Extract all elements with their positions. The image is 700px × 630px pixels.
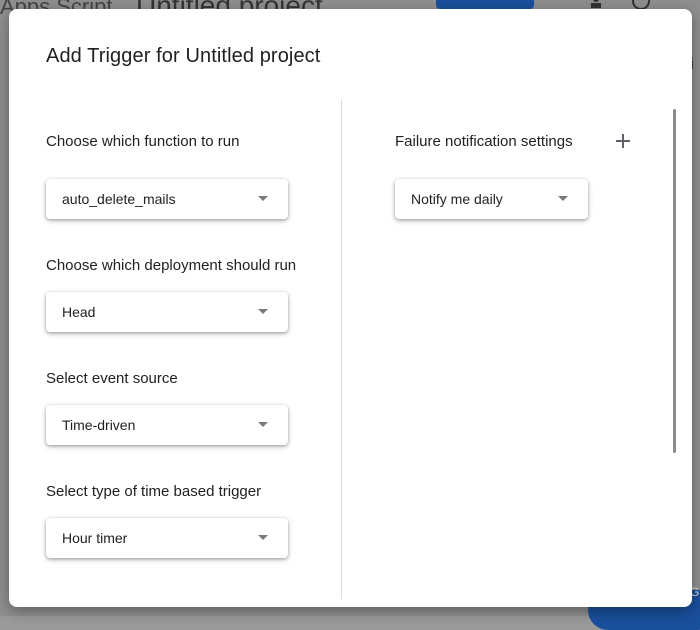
dropdown-arrow-icon [558, 196, 568, 201]
scrollbar[interactable] [673, 109, 676, 453]
failure-notification-select[interactable]: Notify me daily [395, 179, 588, 219]
function-select-value: auto_delete_mails [62, 191, 176, 207]
deploy-button [436, 0, 534, 9]
failure-notification-select-value: Notify me daily [411, 191, 503, 207]
event-source-label: Select event source [46, 370, 178, 387]
event-source-select[interactable]: Time-driven [46, 405, 288, 445]
time-trigger-select[interactable]: Hour timer [46, 518, 288, 558]
deployment-label: Choose which deployment should run [46, 257, 297, 274]
function-select[interactable]: auto_delete_mails [46, 179, 288, 219]
dropdown-arrow-icon [258, 535, 268, 540]
deployment-select-value: Head [62, 304, 96, 320]
column-divider [341, 99, 342, 599]
deployment-select[interactable]: Head [46, 292, 288, 332]
time-trigger-select-value: Hour timer [62, 530, 128, 546]
person-add-icon [591, 0, 601, 8]
dialog-title: Add Trigger for Untitled project [46, 45, 321, 67]
time-trigger-label: Select type of time based trigger [46, 483, 262, 500]
failure-notification-label: Failure notification settings [395, 133, 573, 150]
dropdown-arrow-icon [258, 196, 268, 201]
add-trigger-dialog: Add Trigger for Untitled project Choose … [9, 9, 692, 607]
dropdown-arrow-icon [258, 422, 268, 427]
add-notification-button[interactable] [611, 129, 635, 153]
event-source-select-value: Time-driven [62, 417, 136, 433]
dropdown-arrow-icon [258, 309, 268, 314]
function-label: Choose which function to run [46, 133, 240, 150]
